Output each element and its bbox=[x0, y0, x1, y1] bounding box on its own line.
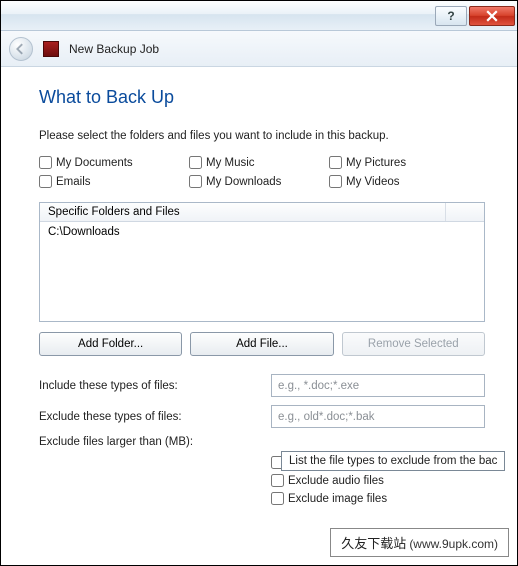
checkbox-downloads[interactable] bbox=[189, 175, 202, 188]
navigation-bar: New Backup Job bbox=[1, 31, 517, 67]
folder-list-header-spacer bbox=[446, 203, 484, 221]
folder-list-item[interactable]: C:\Downloads bbox=[48, 226, 476, 238]
watermark-url: (www.9upk.com) bbox=[409, 537, 498, 551]
help-button[interactable]: ? bbox=[435, 6, 467, 26]
page-heading: What to Back Up bbox=[39, 87, 485, 108]
exclude-tooltip: List the file types to exclude from the … bbox=[281, 451, 505, 471]
instruction-text: Please select the folders and files you … bbox=[39, 130, 485, 142]
remove-selected-button: Remove Selected bbox=[342, 332, 485, 356]
exclude-size-row: Exclude files larger than (MB): bbox=[39, 436, 485, 448]
check-my-pictures[interactable]: My Pictures bbox=[329, 156, 469, 169]
add-folder-button[interactable]: Add Folder... bbox=[39, 332, 182, 356]
quick-folder-grid: My Documents My Music My Pictures Emails… bbox=[39, 156, 485, 188]
folder-list: Specific Folders and Files C:\Downloads bbox=[39, 202, 485, 322]
label-documents: My Documents bbox=[56, 157, 133, 169]
checkbox-music[interactable] bbox=[189, 156, 202, 169]
label-downloads: My Downloads bbox=[206, 176, 281, 188]
exclude-types-label: Exclude these types of files: bbox=[39, 411, 271, 423]
add-file-button[interactable]: Add File... bbox=[190, 332, 333, 356]
check-my-documents[interactable]: My Documents bbox=[39, 156, 189, 169]
check-exclude-image[interactable]: Exclude image files bbox=[271, 492, 485, 505]
exclude-types-input[interactable] bbox=[271, 405, 485, 428]
label-music: My Music bbox=[206, 157, 255, 169]
include-types-input[interactable] bbox=[271, 374, 485, 397]
label-emails: Emails bbox=[56, 176, 91, 188]
checkbox-documents[interactable] bbox=[39, 156, 52, 169]
checkbox-pictures[interactable] bbox=[329, 156, 342, 169]
content-area: What to Back Up Please select the folder… bbox=[1, 67, 517, 505]
exclude-size-label: Exclude files larger than (MB): bbox=[39, 436, 271, 448]
close-button[interactable] bbox=[469, 6, 515, 26]
check-emails[interactable]: Emails bbox=[39, 175, 189, 188]
back-button[interactable] bbox=[9, 37, 33, 61]
label-exclude-audio: Exclude audio files bbox=[288, 475, 384, 487]
label-pictures: My Pictures bbox=[346, 157, 406, 169]
label-exclude-image: Exclude image files bbox=[288, 493, 387, 505]
checkbox-exclude-audio[interactable] bbox=[271, 474, 284, 487]
checkbox-exclude-image[interactable] bbox=[271, 492, 284, 505]
watermark: 久友下载站 (www.9upk.com) bbox=[330, 528, 509, 557]
checkbox-videos[interactable] bbox=[329, 175, 342, 188]
check-my-downloads[interactable]: My Downloads bbox=[189, 175, 329, 188]
titlebar: ? bbox=[1, 1, 517, 31]
exclude-types-row: Exclude these types of files: bbox=[39, 405, 485, 428]
label-videos: My Videos bbox=[346, 176, 399, 188]
folder-buttons-row: Add Folder... Add File... Remove Selecte… bbox=[39, 332, 485, 356]
check-my-music[interactable]: My Music bbox=[189, 156, 329, 169]
close-icon bbox=[486, 10, 498, 22]
check-exclude-audio[interactable]: Exclude audio files bbox=[271, 474, 485, 487]
folder-list-header-label[interactable]: Specific Folders and Files bbox=[40, 203, 446, 221]
folder-list-header: Specific Folders and Files bbox=[40, 203, 484, 222]
back-arrow-icon bbox=[15, 43, 27, 55]
folder-list-body[interactable]: C:\Downloads bbox=[40, 222, 484, 321]
window-title: New Backup Job bbox=[69, 42, 159, 56]
check-my-videos[interactable]: My Videos bbox=[329, 175, 469, 188]
include-types-row: Include these types of files: bbox=[39, 374, 485, 397]
checkbox-emails[interactable] bbox=[39, 175, 52, 188]
app-icon bbox=[43, 41, 59, 57]
include-types-label: Include these types of files: bbox=[39, 380, 271, 392]
watermark-text: 久友下载站 bbox=[341, 533, 406, 552]
